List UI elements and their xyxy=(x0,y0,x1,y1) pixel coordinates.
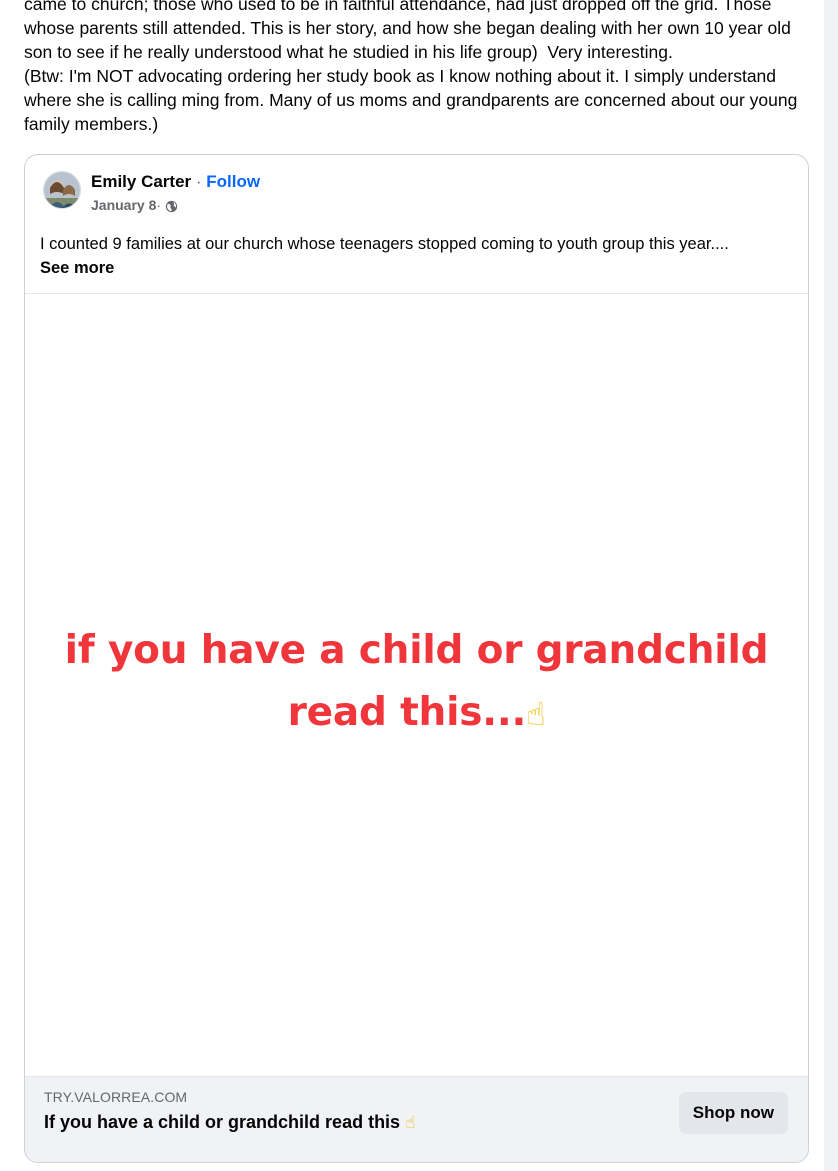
ad-image-line2-wrap: read this...☝ xyxy=(25,682,808,745)
author-block: Emily Carter · Follow January 8 · xyxy=(91,171,260,214)
pointing-up-hand-icon-small: ☝ xyxy=(405,1113,416,1132)
author-line: Emily Carter · Follow xyxy=(91,171,260,193)
ad-image-headline: if you have a child or grandchild read t… xyxy=(25,620,808,745)
ad-image[interactable]: if you have a child or grandchild read t… xyxy=(25,294,808,1076)
see-more-link[interactable]: See more xyxy=(40,256,800,280)
ad-domain: TRY.VALORREA.COM xyxy=(44,1089,188,1105)
shared-post-text: I counted 9 families at our church whose… xyxy=(40,235,729,253)
shop-now-button[interactable]: Shop now xyxy=(678,1092,788,1134)
follow-separator: · xyxy=(191,172,207,191)
pointing-up-hand-icon: ☝ xyxy=(526,695,546,733)
avatar-photo xyxy=(44,172,80,208)
post-date[interactable]: January 8 xyxy=(91,196,156,214)
meta-separator: · xyxy=(156,197,162,213)
post-meta: January 8 · xyxy=(91,196,260,214)
ad-link-footer[interactable]: TRY.VALORREA.COM If you have a child or … xyxy=(25,1076,808,1162)
ad-title-text: If you have a child or grandchild read t… xyxy=(44,1112,406,1132)
ad-title[interactable]: If you have a child or grandchild read t… xyxy=(44,1112,415,1133)
author-name[interactable]: Emily Carter xyxy=(91,172,191,191)
ad-image-line2: read this... xyxy=(287,690,527,735)
globe-icon xyxy=(165,199,178,212)
author-avatar[interactable] xyxy=(43,171,81,209)
follow-button[interactable]: Follow xyxy=(206,172,260,191)
shared-post-header: Emily Carter · Follow January 8 · xyxy=(43,171,260,213)
post-body-text: came to church; those who used to be in … xyxy=(24,0,798,134)
right-rail xyxy=(824,0,838,1171)
shared-post-body: I counted 9 families at our church whose… xyxy=(40,232,800,280)
shared-post-card[interactable]: Emily Carter · Follow January 8 · I coun… xyxy=(24,154,809,1163)
feed-page: came to church; those who used to be in … xyxy=(0,0,824,1171)
ad-image-line1: if you have a child or grandchild xyxy=(64,628,769,673)
